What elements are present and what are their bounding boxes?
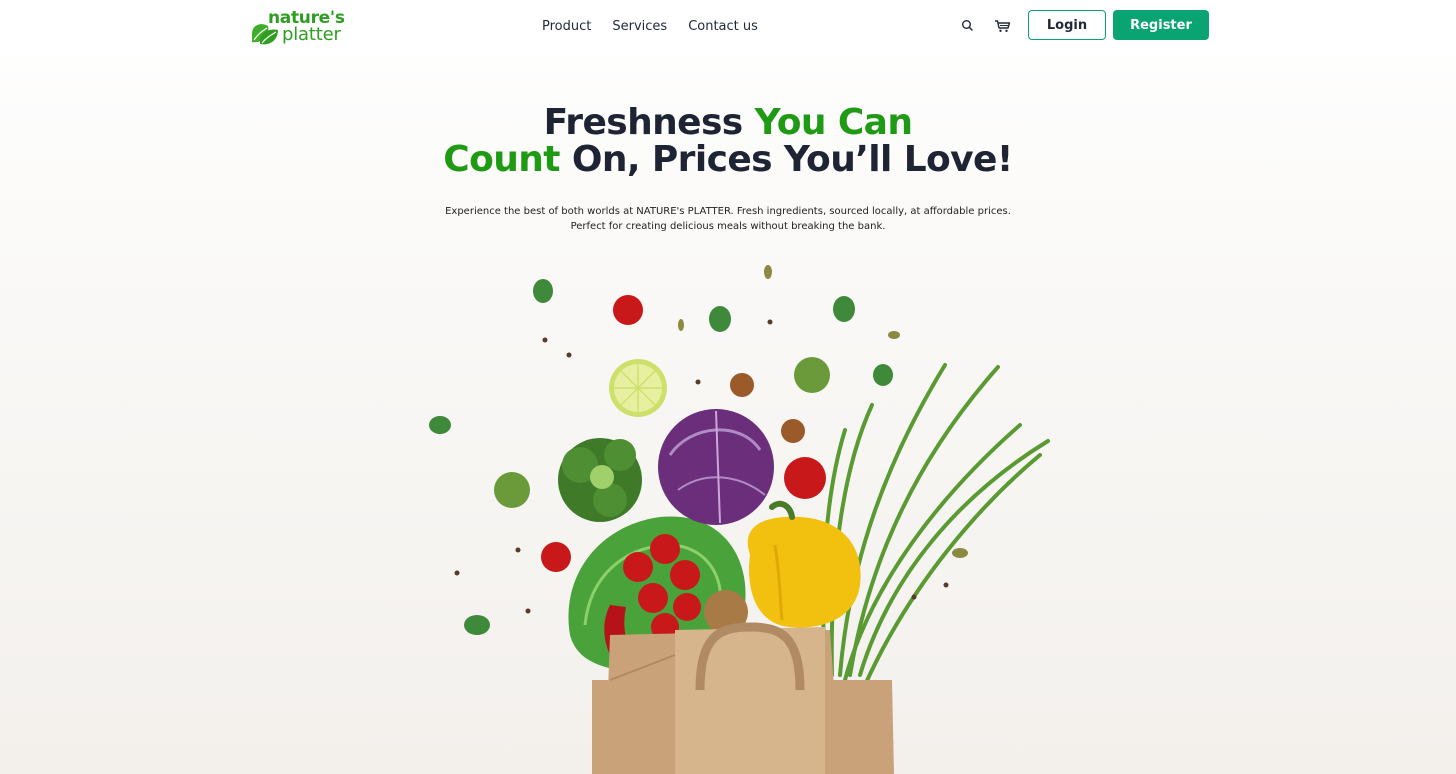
register-button[interactable]: Register [1113, 10, 1209, 40]
hazelnut [781, 419, 805, 443]
search-icon[interactable] [958, 16, 978, 36]
hero-title-part1: Freshness [543, 102, 755, 143]
hero-title-part2: On, Prices You’ll Love! [559, 139, 1013, 180]
site-header: nature's platter Product Services Contac… [0, 0, 1456, 54]
yellow-pepper [747, 500, 861, 628]
hero-subtitle-line2: Perfect for creating delicious meals wit… [570, 221, 886, 232]
cart-icon[interactable] [993, 16, 1013, 36]
brand-name-line2: platter [282, 24, 341, 45]
nav-product[interactable]: Product [542, 19, 591, 34]
nav-contact-us[interactable]: Contact us [688, 19, 758, 34]
hazelnut [730, 373, 754, 397]
green-onion-stalks [821, 363, 1050, 687]
paper-bag [592, 622, 894, 774]
lime-slice [609, 359, 667, 417]
brussels-sprout [494, 472, 530, 508]
broccoli [558, 438, 642, 522]
hero-subtitle-line1: Experience the best of both worlds at NA… [445, 206, 1011, 217]
hero-grocery-bag-image [429, 265, 1050, 774]
hero-title: Freshness You Can Count On, Prices You’l… [378, 104, 1078, 178]
login-button[interactable]: Login [1028, 10, 1106, 40]
hero-title-highlight1: You Can [754, 102, 913, 143]
brussels-sprout [794, 357, 830, 393]
red-cabbage [658, 409, 774, 525]
nav-services[interactable]: Services [612, 19, 667, 34]
hero-title-highlight2: Count [443, 139, 560, 180]
brand-logo[interactable]: nature's platter [248, 8, 358, 52]
main-nav: Product Services Contact us [542, 19, 758, 34]
hero-subtitle: Experience the best of both worlds at NA… [378, 204, 1078, 234]
